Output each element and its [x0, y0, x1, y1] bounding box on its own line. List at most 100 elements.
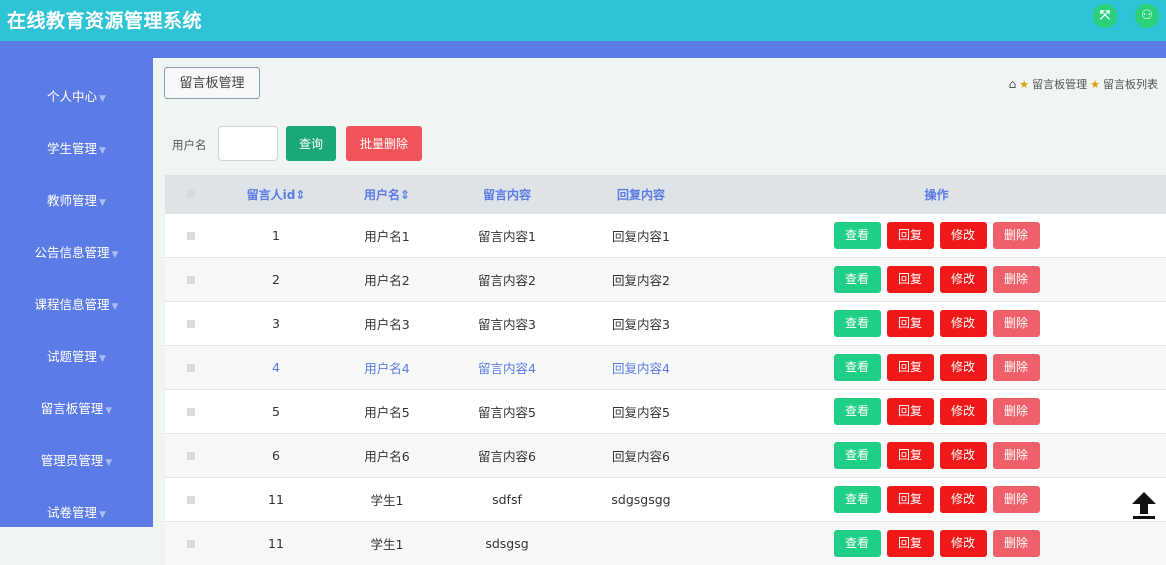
edit-button[interactable]: 修改 — [940, 354, 987, 381]
delete-button[interactable]: 删除 — [993, 310, 1040, 337]
breadcrumb-item: 留言板列表 — [1103, 76, 1158, 92]
row-checkbox[interactable] — [187, 320, 195, 328]
delete-button[interactable]: 删除 — [993, 530, 1040, 557]
username-input[interactable] — [218, 126, 278, 161]
cell-content: 留言内容1 — [439, 214, 575, 258]
edit-button[interactable]: 修改 — [940, 442, 987, 469]
cell-reply: sdgsgsgg — [575, 478, 707, 522]
reply-button[interactable]: 回复 — [887, 442, 934, 469]
batch-delete-button[interactable]: 批量删除 — [346, 126, 422, 161]
sidebar-item-label: 管理员管理 — [41, 453, 104, 468]
fullscreen-icon[interactable]: ⤧ — [1093, 4, 1117, 28]
delete-button[interactable]: 删除 — [993, 486, 1040, 513]
breadcrumb-item[interactable]: 留言板管理 — [1032, 76, 1087, 92]
cell-username: 用户名1 — [335, 214, 439, 258]
reply-button[interactable]: 回复 — [887, 354, 934, 381]
cell-content: 留言内容4 — [439, 346, 575, 390]
delete-button[interactable]: 删除 — [993, 222, 1040, 249]
home-icon[interactable]: ⌂ — [1009, 77, 1017, 91]
row-checkbox[interactable] — [187, 540, 195, 548]
cell-id: 6 — [217, 434, 335, 478]
edit-button[interactable]: 修改 — [940, 222, 987, 249]
view-button[interactable]: 查看 — [834, 266, 881, 293]
table-row: 2 用户名2 留言内容2 回复内容2 查看回复修改删除 — [165, 258, 1166, 302]
cell-id: 4 — [217, 346, 335, 390]
sidebar-item-label: 课程信息管理 — [35, 297, 110, 312]
reply-button[interactable]: 回复 — [887, 222, 934, 249]
delete-button[interactable]: 删除 — [993, 398, 1040, 425]
delete-button[interactable]: 删除 — [993, 266, 1040, 293]
query-button[interactable]: 查询 — [286, 126, 336, 161]
view-button[interactable]: 查看 — [834, 486, 881, 513]
row-checkbox[interactable] — [187, 364, 195, 372]
reply-button[interactable]: 回复 — [887, 310, 934, 337]
cell-reply: 回复内容3 — [575, 302, 707, 346]
view-button[interactable]: 查看 — [834, 310, 881, 337]
table-row: 1 用户名1 留言内容1 回复内容1 查看回复修改删除 — [165, 214, 1166, 258]
sidebar-item-questions[interactable]: 试题管理▼ — [0, 346, 153, 365]
sidebar-item-label: 学生管理 — [47, 141, 97, 156]
cell-id: 5 — [217, 390, 335, 434]
cell-content: 留言内容3 — [439, 302, 575, 346]
star-icon: ★ — [1019, 78, 1029, 91]
back-to-top-icon[interactable] — [1130, 490, 1158, 520]
main-content: 留言板管理 ⌂ ★ 留言板管理 ★ 留言板列表 用户名 查询 批量删除 留言人i… — [153, 58, 1166, 527]
edit-button[interactable]: 修改 — [940, 530, 987, 557]
cell-username: 用户名3 — [335, 302, 439, 346]
table-row: 11 学生1 sdfsf sdgsgsgg 查看回复修改删除 — [165, 478, 1166, 522]
edit-button[interactable]: 修改 — [940, 310, 987, 337]
sidebar-item-message-board[interactable]: 留言板管理▼ — [0, 398, 153, 417]
edit-button[interactable]: 修改 — [940, 266, 987, 293]
row-checkbox[interactable] — [187, 452, 195, 460]
cell-reply: 回复内容2 — [575, 258, 707, 302]
cell-id: 3 — [217, 302, 335, 346]
sidebar-item-label: 试题管理 — [47, 349, 97, 364]
app-title: 在线教育资源管理系统 — [7, 6, 202, 33]
table-row: 6 用户名6 留言内容6 回复内容6 查看回复修改删除 — [165, 434, 1166, 478]
edit-button[interactable]: 修改 — [940, 398, 987, 425]
table-header-row: 留言人id⇕ 用户名⇕ 留言内容 回复内容 操作 — [165, 175, 1166, 214]
column-header-username[interactable]: 用户名⇕ — [335, 175, 439, 214]
cell-id: 11 — [217, 478, 335, 522]
cell-username: 用户名4 — [335, 346, 439, 390]
reply-button[interactable]: 回复 — [887, 266, 934, 293]
view-button[interactable]: 查看 — [834, 354, 881, 381]
delete-button[interactable]: 删除 — [993, 442, 1040, 469]
chevron-down-icon: ▼ — [99, 94, 106, 104]
column-header-actions: 操作 — [707, 175, 1166, 214]
table-row: 3 用户名3 留言内容3 回复内容3 查看回复修改删除 — [165, 302, 1166, 346]
message-table: 留言人id⇕ 用户名⇕ 留言内容 回复内容 操作 1 用户名1 留言内容1 回复… — [165, 175, 1166, 565]
row-checkbox[interactable] — [187, 232, 195, 240]
username-label: 用户名 — [172, 137, 207, 153]
view-button[interactable]: 查看 — [834, 222, 881, 249]
sidebar-item-student[interactable]: 学生管理▼ — [0, 138, 153, 157]
reply-button[interactable]: 回复 — [887, 486, 934, 513]
row-checkbox[interactable] — [187, 408, 195, 416]
row-checkbox[interactable] — [187, 496, 195, 504]
reply-button[interactable]: 回复 — [887, 398, 934, 425]
sidebar-item-exam-paper[interactable]: 试卷管理▼ — [0, 502, 153, 521]
sidebar-item-teacher[interactable]: 教师管理▼ — [0, 190, 153, 209]
delete-button[interactable]: 删除 — [993, 354, 1040, 381]
edit-button[interactable]: 修改 — [940, 486, 987, 513]
cell-content: sdsgsg — [439, 522, 575, 565]
sidebar-item-course[interactable]: 课程信息管理▼ — [0, 294, 153, 313]
cell-username: 用户名5 — [335, 390, 439, 434]
view-button[interactable]: 查看 — [834, 530, 881, 557]
view-button[interactable]: 查看 — [834, 442, 881, 469]
cell-username: 学生1 — [335, 522, 439, 565]
reply-button[interactable]: 回复 — [887, 530, 934, 557]
chevron-down-icon: ▼ — [99, 510, 106, 520]
select-all-checkbox[interactable] — [187, 190, 195, 198]
cell-username: 学生1 — [335, 478, 439, 522]
tab-message-board[interactable]: 留言板管理 — [164, 67, 260, 99]
view-button[interactable]: 查看 — [834, 398, 881, 425]
row-checkbox[interactable] — [187, 276, 195, 284]
sidebar-item-announcement[interactable]: 公告信息管理▼ — [0, 242, 153, 261]
sidebar-item-personal-center[interactable]: 个人中心▼ — [0, 86, 153, 105]
sidebar-item-admin[interactable]: 管理员管理▼ — [0, 450, 153, 469]
sidebar: 个人中心▼ 学生管理▼ 教师管理▼ 公告信息管理▼ 课程信息管理▼ 试题管理▼ … — [0, 58, 153, 527]
table-row: 11 学生1 sdsgsg 查看回复修改删除 — [165, 522, 1166, 565]
column-header-id[interactable]: 留言人id⇕ — [217, 175, 335, 214]
user-icon[interactable]: ⚇ — [1135, 4, 1159, 28]
